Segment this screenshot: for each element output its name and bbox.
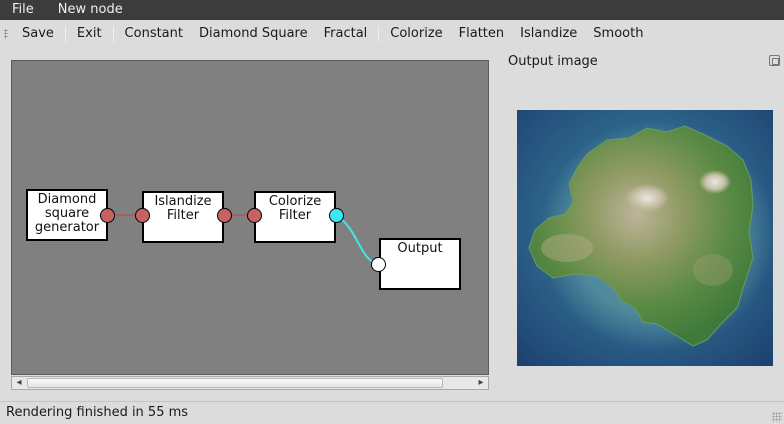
node-label-line: square	[44, 206, 90, 221]
output-image-plateau	[693, 254, 733, 286]
flatten-button[interactable]: Flatten	[451, 20, 513, 48]
toolbar-separator	[64, 26, 66, 42]
save-button[interactable]: Save	[14, 20, 62, 48]
node-label-line: Output	[397, 241, 443, 256]
toolbar-separator	[112, 26, 114, 42]
wire-colorize-to-output	[335, 215, 379, 265]
toolbar-separator	[378, 26, 380, 42]
node-label-line: Filter	[166, 208, 200, 223]
exit-button[interactable]: Exit	[69, 20, 110, 48]
output-image	[517, 110, 773, 366]
output-panel-title: Output image	[508, 54, 598, 69]
port-colorize-out[interactable]	[329, 208, 344, 223]
node-islandize-filter[interactable]: Islandize Filter	[142, 191, 224, 243]
diamond-square-button[interactable]: Diamond Square	[191, 20, 316, 48]
colorize-button[interactable]: Colorize	[382, 20, 450, 48]
port-output-in[interactable]	[371, 257, 386, 272]
port-colorize-in[interactable]	[247, 208, 262, 223]
constant-button[interactable]: Constant	[117, 20, 191, 48]
scroll-left-icon[interactable]: ◂	[12, 377, 26, 389]
node-diamond-square-generator[interactable]: Diamond square generator	[26, 189, 108, 241]
node-label-line: Diamond	[37, 192, 97, 207]
toolbar-grip-icon[interactable]	[4, 29, 8, 39]
status-text: Rendering finished in 55 ms	[6, 405, 189, 420]
port-diamond-out[interactable]	[100, 208, 115, 223]
port-islandize-out[interactable]	[217, 208, 232, 223]
node-label-line: Colorize	[268, 194, 322, 209]
port-islandize-in[interactable]	[135, 208, 150, 223]
statusbar: Rendering finished in 55 ms	[0, 401, 784, 424]
menubar: File New node	[0, 0, 784, 20]
scroll-right-icon[interactable]: ▸	[474, 377, 488, 389]
node-label-line: generator	[34, 220, 100, 235]
output-image-peak	[699, 170, 731, 194]
menu-file[interactable]: File	[0, 0, 46, 20]
islandize-button[interactable]: Islandize	[512, 20, 585, 48]
fractal-button[interactable]: Fractal	[316, 20, 376, 48]
scrollbar-thumb[interactable]	[27, 378, 443, 388]
float-icon[interactable]	[769, 55, 780, 66]
node-label-line: Filter	[278, 208, 312, 223]
node-label-line: Islandize	[154, 194, 212, 209]
node-graph-canvas[interactable]: Diamond square generator Islandize Filte…	[11, 60, 489, 375]
resize-grip-icon[interactable]	[772, 412, 782, 422]
toolbar: Save Exit Constant Diamond Square Fracta…	[0, 20, 784, 48]
smooth-button[interactable]: Smooth	[585, 20, 651, 48]
canvas-horizontal-scrollbar[interactable]: ◂ ▸	[11, 376, 489, 390]
node-colorize-filter[interactable]: Colorize Filter	[254, 191, 336, 243]
menu-new-node[interactable]: New node	[46, 0, 135, 20]
output-image-plateau	[541, 234, 593, 262]
node-output[interactable]: Output	[379, 238, 461, 290]
output-image-peak	[625, 184, 669, 212]
